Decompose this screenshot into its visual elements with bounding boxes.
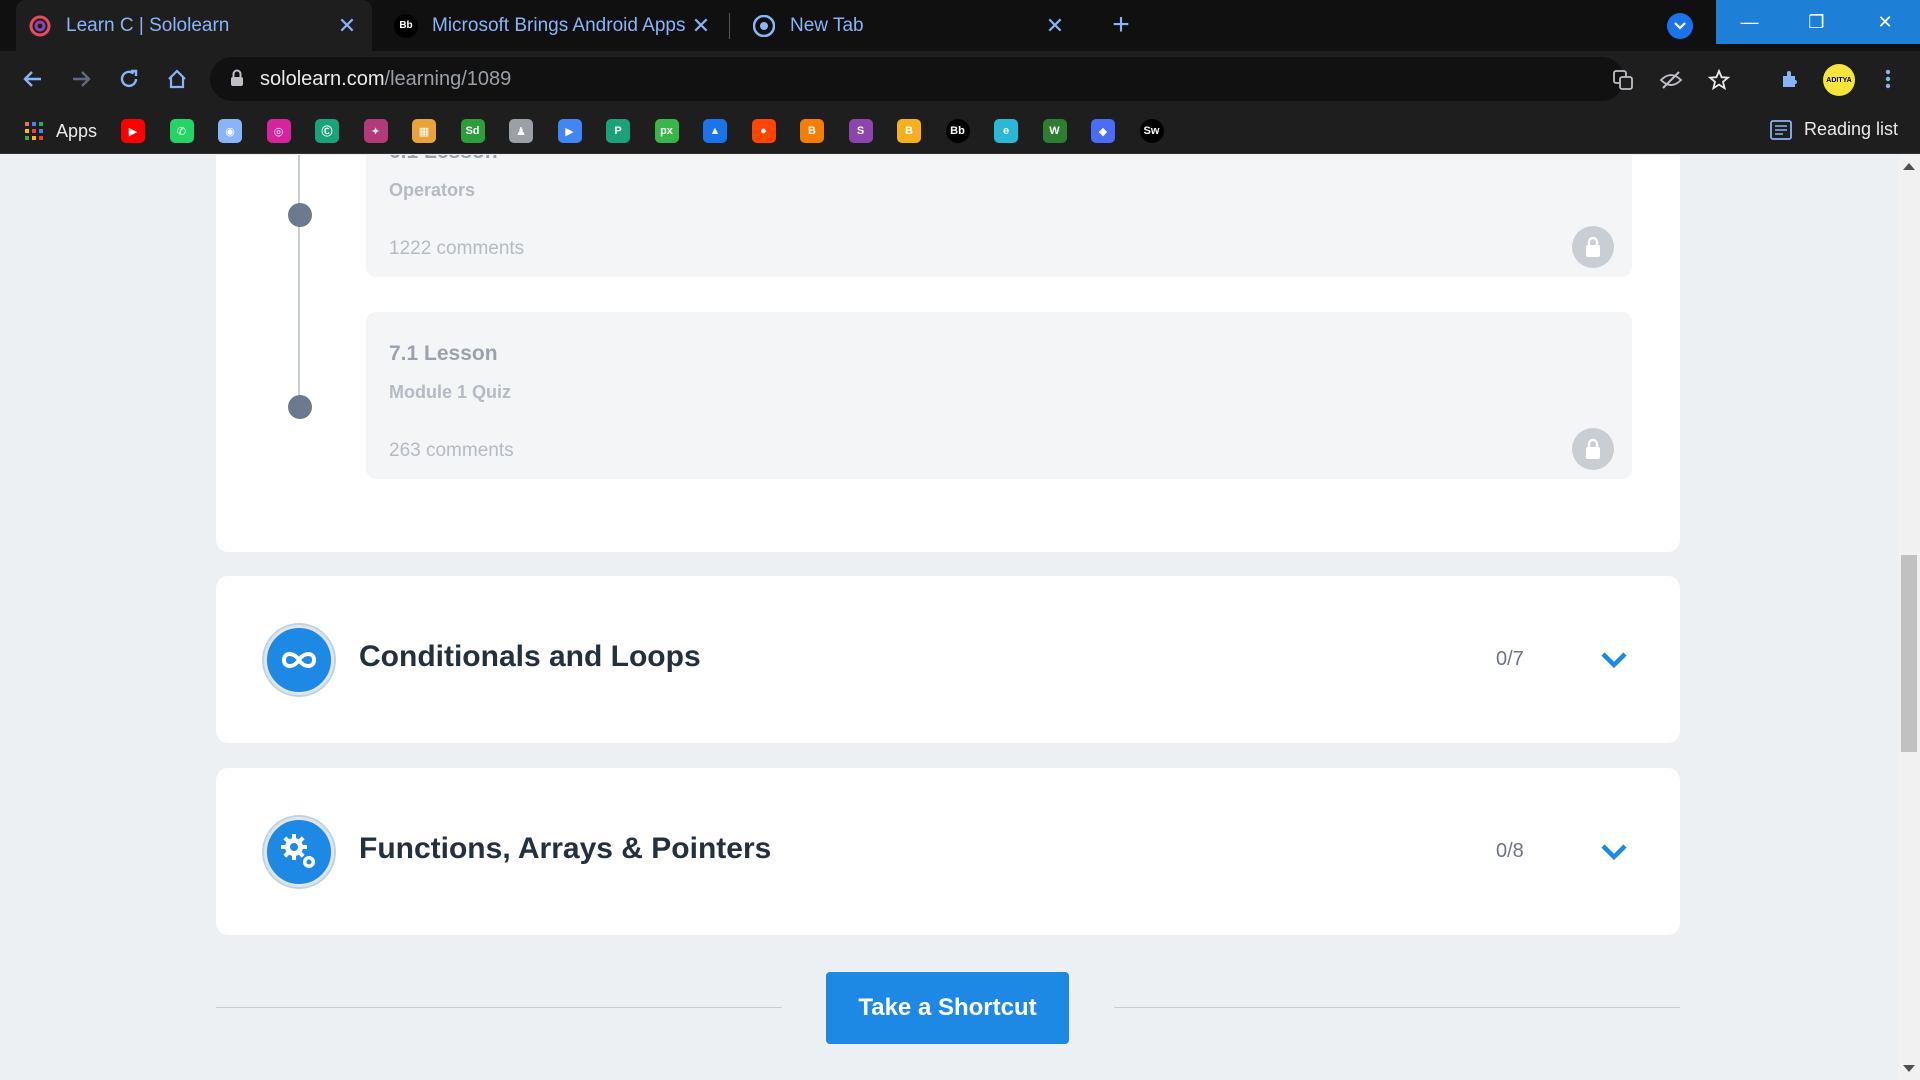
reading-list-icon bbox=[1770, 119, 1792, 140]
translate-icon[interactable] bbox=[1610, 67, 1636, 93]
browser-toolbar: sololearn.com/learning/1089 ADITYA bbox=[0, 51, 1920, 107]
youtube-bookmark-icon[interactable]: ▶ bbox=[121, 119, 145, 143]
blogger-bookmark-icon[interactable]: B bbox=[800, 119, 824, 143]
anime-bookmark-icon[interactable]: ✦ bbox=[363, 119, 388, 143]
url-path: /learning/1089 bbox=[384, 68, 512, 90]
w-app-bookmark-icon[interactable]: W bbox=[1042, 119, 1067, 143]
sd-bookmark-icon[interactable]: Sd bbox=[460, 119, 485, 143]
course-page: 6.1 Lesson Operators 1222 comments 7.1 L… bbox=[0, 155, 1898, 1080]
tab-title: Microsoft Brings Android Apps to bbox=[432, 14, 688, 36]
menu-kebab-icon[interactable] bbox=[1872, 63, 1904, 95]
tab-sololearn[interactable]: Learn C | Sololearn ✕ bbox=[16, 0, 372, 51]
chrome-icon bbox=[752, 14, 776, 38]
minimize-button[interactable]: — bbox=[1716, 0, 1783, 44]
timeline-dot bbox=[288, 395, 312, 419]
timeline-dot bbox=[288, 203, 312, 227]
play-bookmark-icon[interactable]: ▶ bbox=[557, 119, 582, 143]
eye-off-icon[interactable] bbox=[1658, 67, 1684, 93]
sololearn-icon bbox=[28, 14, 52, 38]
lesson-comments[interactable]: 1222 comments bbox=[389, 238, 524, 260]
module-title: Conditionals and Loops bbox=[359, 640, 701, 673]
apps-label[interactable]: Apps bbox=[56, 121, 97, 142]
module-progress: 0/7 bbox=[1496, 648, 1524, 670]
url-text: sololearn.com/learning/1089 bbox=[260, 68, 511, 91]
lesson-subtitle: Module 1 Quiz bbox=[389, 382, 512, 402]
tab-separator bbox=[729, 13, 730, 39]
reading-list-label: Reading list bbox=[1804, 119, 1899, 139]
tab-title: Learn C | Sololearn bbox=[66, 14, 230, 36]
whatsapp-bookmark-icon[interactable]: ✆ bbox=[169, 119, 194, 143]
bookmarks-bar: Apps ▶ ✆ ◉ ◎ Ⓒ ✦ ▦ Sd ♟ ▶ Ppx ▲ ● B S B Bb e W ◆ Sw Reading … bbox=[0, 107, 1920, 154]
extensions-icon[interactable] bbox=[1774, 63, 1806, 95]
flask-bookmark-icon[interactable]: ▲ bbox=[703, 119, 727, 143]
podcasts-bookmark-icon[interactable]: ◉ bbox=[218, 119, 242, 143]
sololearn-bookmark-icon[interactable]: S bbox=[848, 119, 873, 143]
reading-list-button[interactable]: Reading list bbox=[1770, 119, 1898, 140]
tv-bookmark-icon[interactable]: ◆ bbox=[1091, 119, 1115, 143]
lock-icon bbox=[1572, 226, 1614, 268]
chevron-down-icon[interactable] bbox=[1599, 645, 1629, 675]
lock-icon bbox=[1572, 428, 1614, 470]
page-scrollbar[interactable] bbox=[1898, 155, 1920, 1080]
close-tab-icon[interactable]: ✕ bbox=[688, 13, 714, 39]
close-tab-icon[interactable]: ✕ bbox=[334, 13, 360, 39]
px-bookmark-icon[interactable]: px bbox=[654, 119, 679, 143]
bookmark-star-icon[interactable] bbox=[1706, 67, 1732, 93]
tab-microsoft-android[interactable]: Bb Microsoft Brings Android Apps to ✕ bbox=[384, 0, 724, 51]
bb-bookmark-icon[interactable]: Bb bbox=[945, 119, 970, 143]
reddit-bookmark-icon[interactable]: ● bbox=[751, 119, 776, 143]
lesson-timeline bbox=[298, 155, 300, 395]
close-window-button[interactable]: ✕ bbox=[1850, 0, 1920, 44]
lock-icon[interactable] bbox=[230, 69, 244, 92]
home-icon[interactable] bbox=[161, 63, 193, 95]
store-bookmark-icon[interactable]: ▦ bbox=[412, 119, 436, 143]
edge-bookmark-icon[interactable]: e bbox=[994, 119, 1018, 143]
module-progress: 0/8 bbox=[1496, 840, 1524, 862]
apps-grid-icon[interactable] bbox=[22, 119, 46, 143]
tab-new-tab[interactable]: New Tab ✕ bbox=[740, 0, 1080, 51]
p-app-bookmark-icon[interactable]: P bbox=[606, 119, 630, 143]
restore-button[interactable]: ❐ bbox=[1783, 0, 1850, 44]
bb-icon: Bb bbox=[394, 13, 418, 38]
address-bar[interactable]: sololearn.com/learning/1089 bbox=[210, 57, 1730, 101]
take-shortcut-button[interactable]: Take a Shortcut bbox=[826, 972, 1069, 1044]
scroll-down-arrow-icon[interactable] bbox=[1903, 1065, 1915, 1072]
reload-icon[interactable] bbox=[113, 63, 145, 95]
lesson-card[interactable]: 7.1 Lesson Module 1 Quiz 263 comments bbox=[366, 312, 1632, 479]
divider-line bbox=[216, 1007, 782, 1008]
lesson-card[interactable]: 6.1 Lesson Operators 1222 comments bbox=[366, 155, 1632, 277]
forward-icon[interactable] bbox=[65, 63, 97, 95]
tab-title: New Tab bbox=[790, 14, 864, 36]
gears-icon bbox=[264, 817, 334, 887]
lesson-subtitle: Operators bbox=[389, 180, 476, 200]
joystick-bookmark-icon[interactable]: ♟ bbox=[509, 119, 533, 143]
lesson-title: 7.1 Lesson bbox=[389, 342, 498, 365]
close-tab-icon[interactable]: ✕ bbox=[1042, 13, 1068, 39]
sw-bookmark-icon[interactable]: Sw bbox=[1139, 119, 1164, 143]
chevron-down-icon[interactable] bbox=[1599, 837, 1629, 867]
infinity-icon bbox=[264, 625, 334, 695]
lesson-title: 6.1 Lesson bbox=[389, 155, 498, 164]
new-tab-button[interactable]: + bbox=[1106, 10, 1136, 41]
scroll-up-arrow-icon[interactable] bbox=[1903, 163, 1915, 170]
cse-bookmark-icon[interactable]: Ⓒ bbox=[315, 119, 339, 143]
divider-line bbox=[1114, 1007, 1680, 1008]
module-card-functions-arrays-pointers[interactable]: Functions, Arrays & Pointers 0/8 bbox=[216, 768, 1680, 935]
back-icon[interactable] bbox=[17, 63, 49, 95]
tab-strip: Learn C | Sololearn ✕ Bb Microsoft Bring… bbox=[0, 0, 1920, 51]
module-card-conditionals-loops[interactable]: Conditionals and Loops 0/7 bbox=[216, 576, 1680, 743]
instagram-bookmark-icon[interactable]: ◎ bbox=[266, 119, 291, 143]
scrollbar-thumb[interactable] bbox=[1901, 555, 1917, 752]
tab-search-icon[interactable] bbox=[1667, 13, 1693, 39]
b-app-bookmark-icon[interactable]: B bbox=[897, 119, 921, 143]
lesson-comments[interactable]: 263 comments bbox=[389, 440, 514, 462]
url-host: sololearn.com bbox=[260, 68, 385, 90]
profile-avatar[interactable]: ADITYA bbox=[1823, 64, 1855, 96]
module-title: Functions, Arrays & Pointers bbox=[359, 832, 772, 865]
